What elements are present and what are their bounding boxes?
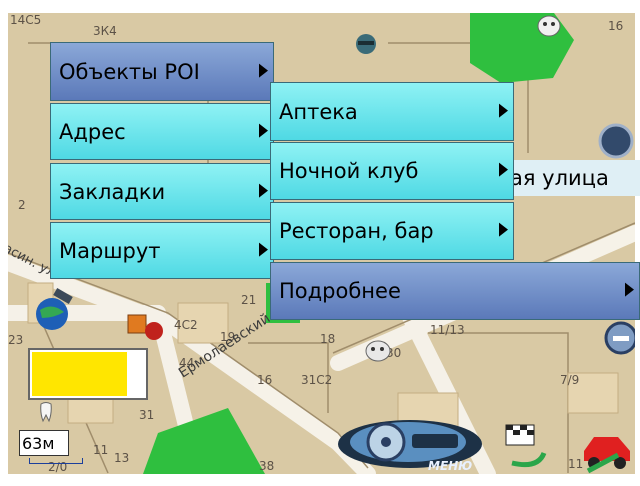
building-number: 23 — [8, 333, 24, 347]
globe-satellite-icon[interactable] — [30, 288, 76, 334]
menu-item-label: Маршрут — [59, 238, 161, 263]
submenu-arrow-icon — [499, 222, 508, 237]
menu-button-label: МЕНЮ — [428, 459, 473, 473]
building-number: 14С5 — [10, 13, 42, 27]
menu-item-restaurant[interactable]: Ресторан, бар — [270, 202, 514, 260]
building-number: 7/9 — [560, 373, 580, 387]
building-number: 38 — [259, 459, 275, 473]
building-number: 16 — [257, 373, 273, 387]
menu-item-label: Подробнее — [279, 279, 401, 303]
school-poi-icon[interactable] — [353, 33, 379, 55]
building-number: 4С2 — [174, 318, 198, 332]
building-number: 31 — [139, 408, 155, 422]
street-name-banner: ая улица — [496, 160, 640, 196]
navigation-screen: 14С5 3К4 16 2 23 4С2 19 21 18 44 16 31С2… — [0, 0, 640, 486]
zoom-out-icon[interactable] — [604, 313, 635, 363]
menu-item-label: Ночной клуб — [279, 159, 419, 183]
menu-item-bookmarks[interactable]: Закладки — [50, 163, 274, 220]
submenu-arrow-icon — [259, 63, 268, 78]
building-number: 16 — [608, 19, 624, 33]
menu-item-label: Ресторан, бар — [279, 219, 434, 243]
signal-indicator — [28, 348, 148, 400]
menu-item-label: Аптека — [279, 99, 358, 124]
menu-item-route[interactable]: Маршрут — [50, 222, 274, 279]
submenu-arrow-icon — [499, 162, 508, 177]
menu-item-more[interactable]: Подробнее — [270, 262, 640, 320]
theatre-poi-icon[interactable] — [363, 338, 393, 364]
submenu-arrow-icon — [259, 183, 268, 198]
map-scale-label: 63м — [22, 433, 55, 453]
building-number: 11 — [93, 443, 109, 457]
menu-item-poi[interactable]: Объекты POI — [50, 42, 274, 101]
submenu-arrow-icon — [499, 103, 508, 118]
vehicle-icon[interactable] — [578, 421, 635, 474]
park-area — [143, 408, 265, 474]
building-number: 21 — [241, 293, 257, 307]
submenu-arrow-icon — [259, 123, 268, 138]
signal-indicator-fill — [32, 352, 127, 396]
building-number: 3К4 — [93, 24, 117, 38]
building-number: 2 — [18, 198, 26, 212]
building-number: 11/13 — [430, 323, 465, 337]
menu-item-address[interactable]: Адрес — [50, 103, 274, 160]
map-scale: 63м — [19, 430, 69, 456]
menu-item-nightclub[interactable]: Ночной клуб — [270, 142, 514, 200]
theatre-poi-icon[interactable] — [536, 13, 562, 39]
menu-item-label: Адрес — [59, 119, 126, 144]
building-number: 13 — [114, 451, 130, 465]
route-finish-icon[interactable] — [498, 423, 558, 473]
car-service-icon[interactable] — [126, 313, 168, 343]
menu-item-label: Закладки — [59, 179, 166, 204]
menu-item-label: Объекты POI — [59, 59, 200, 84]
menu-item-pharmacy[interactable]: Аптека — [270, 82, 514, 141]
compass-icon[interactable] — [598, 123, 634, 159]
tooth-poi-icon[interactable] — [38, 401, 54, 423]
street-name-text: ая улица — [510, 166, 609, 190]
building-number: 31С2 — [301, 373, 333, 387]
building-number: 18 — [320, 332, 336, 346]
submenu-arrow-icon — [259, 242, 268, 257]
submenu-arrow-icon — [625, 282, 634, 297]
scale-bar — [29, 458, 83, 464]
